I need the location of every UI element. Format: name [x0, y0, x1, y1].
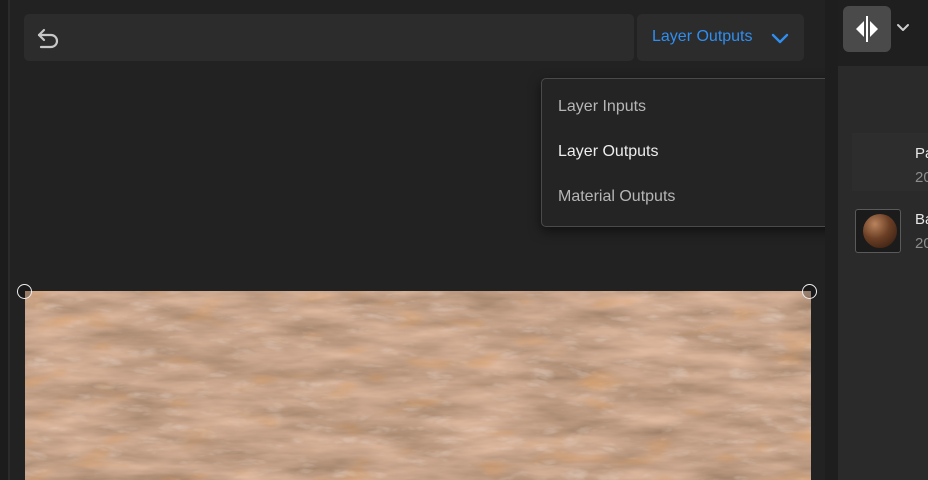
- viewport-toolbar: [24, 14, 634, 61]
- list-item[interactable]: Pa 20: [852, 133, 928, 191]
- compare-view-button[interactable]: [843, 6, 891, 52]
- texture-preview[interactable]: [25, 291, 811, 480]
- material-sphere-preview: [863, 214, 897, 248]
- compare-split-icon: [856, 16, 878, 42]
- list-item-subtitle: 20: [915, 235, 928, 252]
- list-item-subtitle: 20: [915, 169, 928, 186]
- bark-texture-image: [25, 291, 811, 480]
- crop-handle-top-left[interactable]: [17, 284, 32, 299]
- undo-button[interactable]: [34, 24, 64, 51]
- material-list: [838, 66, 928, 480]
- menu-item-label: Layer Inputs: [558, 98, 647, 115]
- left-panel-divider[interactable]: [8, 0, 10, 480]
- menu-item-label: Layer Outputs: [558, 143, 659, 160]
- output-mode-select[interactable]: Layer Outputs: [637, 14, 804, 61]
- list-item-title: Pa: [915, 145, 928, 162]
- crop-handle-top-right[interactable]: [802, 284, 817, 299]
- chevron-down-icon: [771, 33, 789, 44]
- right-panel-divider[interactable]: [825, 0, 838, 480]
- list-item-title: Ba: [915, 211, 928, 228]
- undo-icon: [37, 28, 59, 48]
- menu-item-label: Material Outputs: [558, 188, 676, 205]
- material-thumbnail: [855, 209, 901, 253]
- chevron-down-icon[interactable]: [896, 22, 910, 34]
- left-panel-edge: [0, 0, 8, 480]
- output-mode-selected-label: Layer Outputs: [652, 28, 753, 45]
- list-item[interactable]: Ba 20: [852, 199, 928, 257]
- app-window: Layer Outputs Layer Inputs Layer Outputs…: [0, 0, 928, 480]
